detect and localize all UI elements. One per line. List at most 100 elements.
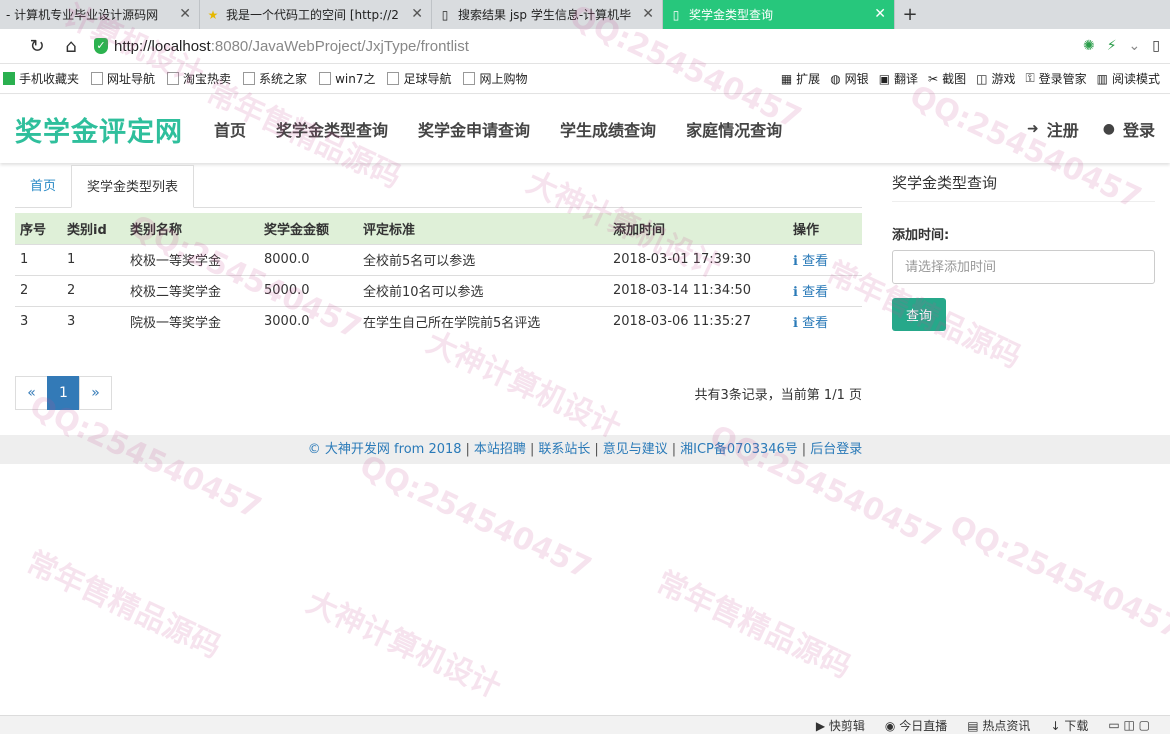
status-live[interactable]: ◉ 今日直播: [885, 717, 947, 734]
sign-in-icon: ➜: [1027, 121, 1039, 137]
translate-icon: ▣: [878, 71, 891, 86]
query-button[interactable]: 查询: [892, 298, 946, 331]
browser-tab-2[interactable]: ★ 我是一个代码工的空间 [http://2 ✕: [200, 0, 432, 29]
bookmark-item[interactable]: 系统之家: [243, 70, 307, 87]
bookmark-item[interactable]: 淘宝热卖: [167, 70, 231, 87]
cell-no: 1: [15, 243, 62, 275]
status-label: 快剪辑: [828, 718, 865, 733]
view-link[interactable]: ℹ 查看: [788, 274, 862, 306]
browser-tab-1[interactable]: - 计算机专业毕业设计源码网 ✕: [0, 0, 200, 29]
cell-standard: 全校前10名可以参选: [358, 274, 608, 306]
login-link[interactable]: ● 登录: [1103, 117, 1155, 141]
register-link[interactable]: ➜ 注册: [1027, 117, 1079, 141]
tool-label: 扩展: [796, 72, 821, 86]
phone-icon[interactable]: ▯: [1152, 38, 1160, 54]
bolt-icon[interactable]: ⚡: [1107, 38, 1117, 54]
tab-title: 我是一个代码工的空间 [http://2: [226, 8, 399, 22]
nav-family-info[interactable]: 家庭情况查询: [686, 117, 782, 141]
main-nav: 首页 奖学金类型查询 奖学金申请查询 学生成绩查询 家庭情况查询: [199, 117, 797, 141]
watermark-text: QQ:254540457: [944, 508, 1170, 647]
close-icon[interactable]: ✕: [179, 6, 191, 22]
cell-standard: 全校前5名可以参选: [358, 243, 608, 275]
next-page-button[interactable]: »: [79, 376, 112, 410]
tool-reader[interactable]: ▥ 阅读模式: [1097, 70, 1160, 87]
tab-home[interactable]: 首页: [15, 165, 71, 207]
shield-icon: ✓: [94, 38, 108, 54]
tab-title: - 计算机专业毕业设计源码网: [6, 8, 159, 22]
status-download[interactable]: ↓ 下载: [1050, 717, 1088, 734]
window-icons[interactable]: ▭ ◫ ▢: [1108, 718, 1150, 732]
nav-home[interactable]: 首页: [214, 117, 246, 141]
bookmark-item[interactable]: 足球导航: [387, 70, 451, 87]
tab-type-list[interactable]: 奖学金类型列表: [71, 165, 195, 208]
table-header-row: 序号 类别id 类别名称 奖学金金额 评定标准 添加时间 操作: [15, 213, 862, 244]
bookmark-item[interactable]: 网上购物: [463, 70, 527, 87]
reload-icon[interactable]: ↻: [20, 29, 54, 64]
tool-screenshot[interactable]: ✂ 截图: [928, 70, 966, 87]
view-label: 查看: [802, 316, 829, 332]
tool-label: 翻译: [894, 72, 919, 86]
footer-contact[interactable]: 联系站长: [538, 442, 590, 457]
home-icon[interactable]: ⌂: [54, 29, 88, 64]
bookmarks-tools: ▦ 扩展 ◍ 网银 ▣ 翻译 ✂ 截图 ◫ 游戏 ⚿ 登录管家 ▥ 阅读模式: [781, 70, 1170, 87]
address-bar-row: ↻ ⌂ ✓ http://localhost :8080/JavaWebProj…: [0, 29, 1170, 64]
add-time-input[interactable]: [892, 250, 1155, 284]
url-field[interactable]: ✓ http://localhost :8080/JavaWebProject/…: [94, 38, 469, 55]
col-name: 类别名称: [125, 213, 259, 244]
chevron-down-icon[interactable]: ⌄: [1129, 38, 1141, 54]
col-standard: 评定标准: [358, 213, 608, 244]
watermark-text: 常年售精品源码: [650, 564, 857, 686]
tool-login-manager[interactable]: ⚿ 登录管家: [1025, 70, 1086, 87]
bookmark-item[interactable]: win7之: [319, 70, 375, 87]
new-tab-button[interactable]: +: [895, 0, 925, 29]
browser-tab-3[interactable]: ▯ 搜索结果 jsp 学生信息-计算机毕 ✕: [432, 0, 663, 29]
view-label: 查看: [802, 285, 829, 300]
footer-admin-login[interactable]: 后台登录: [810, 442, 862, 457]
footer-feedback[interactable]: 意见与建议: [603, 442, 668, 457]
bookmark-item[interactable]: 手机收藏夹: [3, 70, 79, 87]
nav-scholarship-applications[interactable]: 奖学金申请查询: [418, 117, 530, 141]
close-icon[interactable]: ✕: [642, 6, 654, 22]
col-time: 添加时间: [608, 213, 788, 244]
tool-translate[interactable]: ▣ 翻译: [879, 70, 918, 87]
cell-standard: 在学生自己所在学院前5名评选: [358, 305, 608, 337]
bookmark-label: 网址导航: [107, 72, 156, 86]
page-icon: [91, 72, 104, 85]
status-quick-edit[interactable]: ▶ 快剪辑: [816, 717, 865, 734]
browser-tab-active[interactable]: ▯ 奖学金类型查询 ✕: [663, 0, 895, 29]
cell-amount: 5000.0: [259, 274, 358, 306]
view-link[interactable]: ℹ 查看: [788, 243, 862, 275]
download-icon: ↓: [1050, 718, 1061, 733]
phone-icon: [3, 72, 15, 85]
view-link[interactable]: ℹ 查看: [788, 305, 862, 337]
scholarship-type-table: 序号 类别id 类别名称 奖学金金额 评定标准 添加时间 操作 1 1 校极一等…: [15, 213, 862, 337]
key-icon: ⚿: [1025, 71, 1035, 85]
footer-jobs[interactable]: 本站招聘: [474, 442, 526, 457]
pagination-row: « 1 » 共有3条记录，当前第 1/1 页: [15, 376, 862, 410]
prev-page-button[interactable]: «: [15, 376, 48, 410]
status-label: 下载: [1064, 718, 1089, 733]
close-icon[interactable]: ✕: [411, 6, 423, 22]
main-content: 首页 奖学金类型列表 序号 类别id 类别名称 奖学金金额 评定标准 添加时间 …: [15, 165, 862, 410]
watermark-text: 大神计算机设计: [300, 584, 507, 706]
bookmark-item[interactable]: 网址导航: [91, 70, 155, 87]
tool-extensions[interactable]: ▦ 扩展: [781, 70, 820, 87]
col-action: 操作: [788, 213, 862, 244]
tool-bank[interactable]: ◍ 网银: [830, 70, 869, 87]
site-header: 奖学金评定网 首页 奖学金类型查询 奖学金申请查询 学生成绩查询 家庭情况查询 …: [0, 95, 1170, 163]
divider: |: [465, 442, 470, 457]
url-path: :8080/JavaWebProject/JxjType/frontlist: [210, 37, 469, 55]
breadcrumb-tabs: 首页 奖学金类型列表: [15, 165, 862, 208]
close-icon[interactable]: ✕: [874, 6, 886, 22]
tool-games[interactable]: ◫ 游戏: [976, 70, 1015, 87]
nav-student-grades[interactable]: 学生成绩查询: [560, 117, 656, 141]
speed-icon[interactable]: ✺: [1083, 38, 1095, 54]
footer-copyright[interactable]: © 大神开发网 from 2018: [308, 442, 462, 457]
page-1-button[interactable]: 1: [47, 376, 80, 410]
footer-icp[interactable]: 湘ICP备0703346号: [680, 442, 798, 457]
cell-name: 校极一等奖学金: [125, 243, 259, 275]
divider: |: [594, 442, 599, 457]
site-logo[interactable]: 奖学金评定网: [15, 110, 183, 149]
nav-scholarship-types[interactable]: 奖学金类型查询: [276, 117, 388, 141]
status-news[interactable]: ▤ 热点资讯: [967, 717, 1030, 734]
